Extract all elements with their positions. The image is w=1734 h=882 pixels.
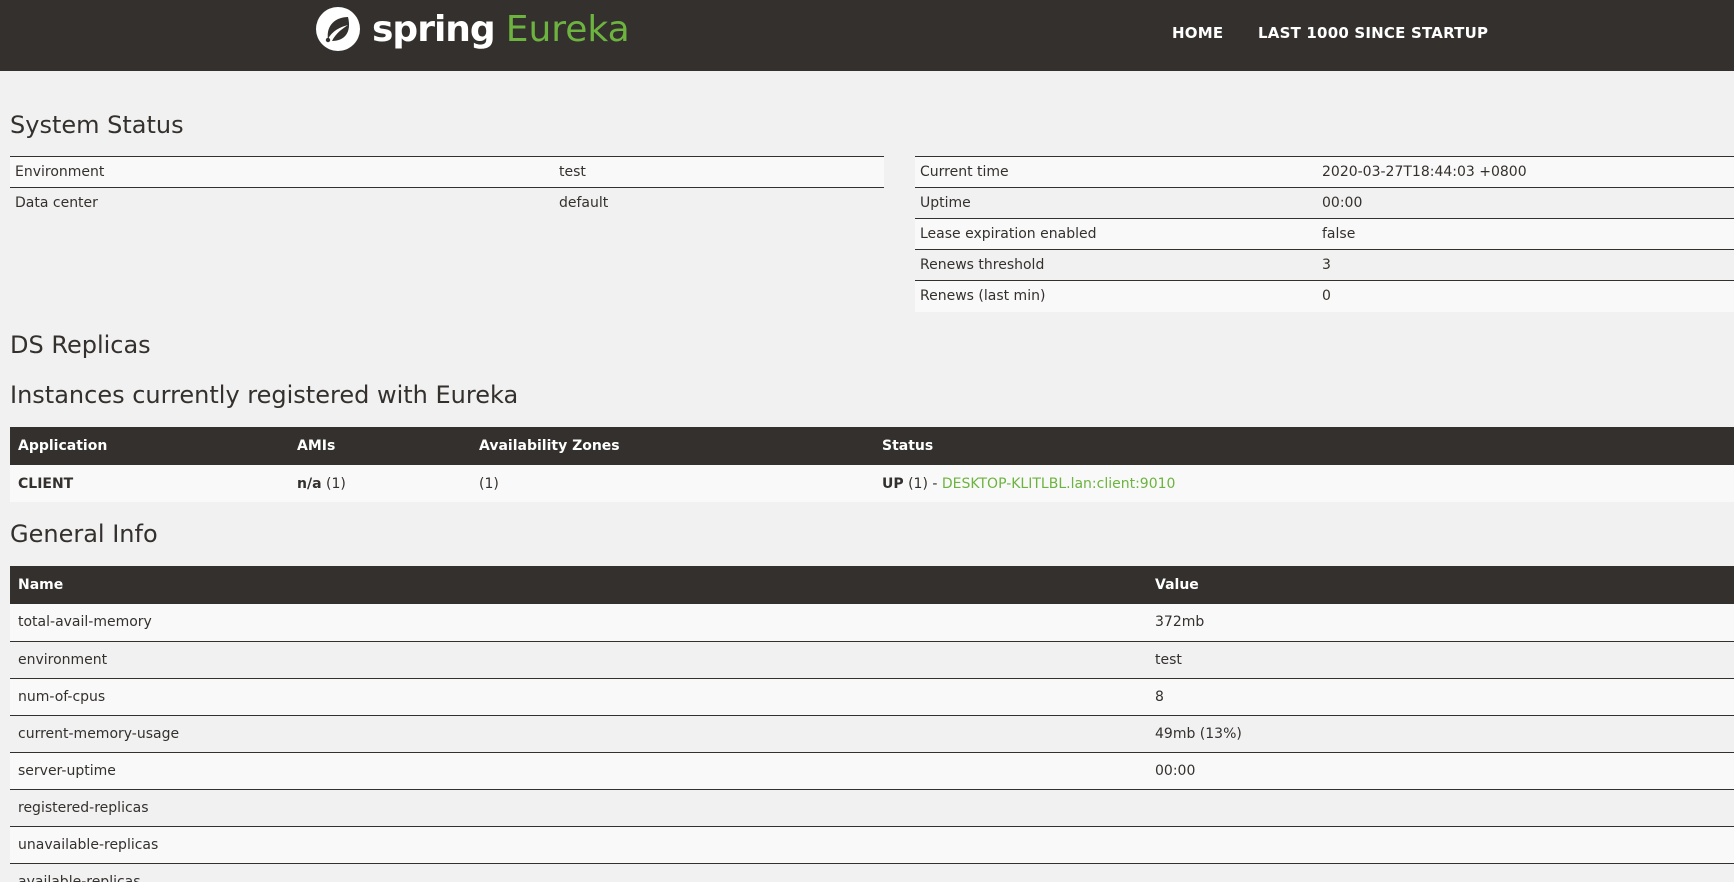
spring-leaf-icon [316, 7, 360, 51]
status-value: 2020-03-27T18:44:03 +0800 [1317, 156, 1734, 188]
nav-home-link[interactable]: HOME [1172, 24, 1223, 42]
info-value: 00:00 [1147, 752, 1734, 790]
amis-count: (1) [325, 475, 346, 492]
status-label: Renews (last min) [915, 280, 1317, 312]
info-value [1147, 863, 1734, 882]
info-value: 8 [1147, 678, 1734, 716]
table-row: CLIENT n/a (1) (1) UP (1) - DESKTOP-KLIT… [10, 465, 1734, 502]
cell-application: CLIENT [10, 465, 289, 502]
nav-last-1000-link[interactable]: LAST 1000 SINCE STARTUP [1258, 24, 1488, 42]
system-status-left-table: Environment test Data center default [10, 156, 884, 219]
status-row: Renews (last min) 0 [915, 280, 1734, 312]
status-value: 0 [1317, 280, 1734, 312]
table-header-row: Application AMIs Availability Zones Stat… [10, 427, 1734, 465]
info-value [1147, 789, 1734, 827]
status-row: Uptime 00:00 [915, 187, 1734, 219]
general-info-heading: General Info [10, 520, 158, 548]
status-label: Data center [10, 187, 554, 219]
status-value: 3 [1317, 249, 1734, 281]
cell-status: UP (1) - DESKTOP-KLITLBL.lan:client:9010 [874, 465, 1734, 502]
instances-heading: Instances currently registered with Eure… [10, 381, 519, 409]
status-label: Renews threshold [915, 249, 1317, 281]
info-value: 372mb [1147, 604, 1734, 642]
info-name: unavailable-replicas [10, 826, 1147, 864]
table-row: registered-replicas [10, 789, 1734, 827]
brand-spring-text: spring [372, 8, 496, 50]
info-name: available-replicas [10, 863, 1147, 882]
status-up: UP [882, 475, 904, 492]
info-value [1147, 826, 1734, 864]
system-status-heading: System Status [10, 111, 184, 139]
status-row: Renews threshold 3 [915, 249, 1734, 281]
cell-amis: n/a (1) [289, 465, 471, 502]
table-row: num-of-cpus 8 [10, 678, 1734, 716]
general-info-table: Name Value total-avail-memory 372mb envi… [10, 566, 1734, 882]
brand-eureka-text: Eureka [505, 8, 630, 50]
col-header-name: Name [10, 566, 1147, 604]
status-row: Environment test [10, 156, 884, 188]
amis-value: n/a [297, 475, 322, 492]
info-value: test [1147, 641, 1734, 679]
status-label: Lease expiration enabled [915, 218, 1317, 250]
info-value: 49mb (13%) [1147, 715, 1734, 753]
table-row: available-replicas [10, 863, 1734, 882]
status-row: Current time 2020-03-27T18:44:03 +0800 [915, 156, 1734, 188]
navbar: spring Eureka HOME LAST 1000 SINCE START… [0, 0, 1734, 71]
col-header-status: Status [874, 427, 1734, 465]
status-label: Uptime [915, 187, 1317, 219]
table-row: server-uptime 00:00 [10, 752, 1734, 790]
table-row: current-memory-usage 49mb (13%) [10, 715, 1734, 753]
status-value: false [1317, 218, 1734, 250]
table-row: unavailable-replicas [10, 826, 1734, 864]
application-name: CLIENT [18, 475, 74, 492]
info-name: registered-replicas [10, 789, 1147, 827]
col-header-zones: Availability Zones [471, 427, 874, 465]
instance-link[interactable]: DESKTOP-KLITLBL.lan:client:9010 [942, 476, 1176, 492]
table-row: total-avail-memory 372mb [10, 604, 1734, 642]
info-name: environment [10, 641, 1147, 679]
info-name: current-memory-usage [10, 715, 1147, 753]
ds-replicas-heading: DS Replicas [10, 331, 151, 359]
table-row: environment test [10, 641, 1734, 679]
info-name: num-of-cpus [10, 678, 1147, 716]
status-row: Data center default [10, 187, 884, 219]
col-header-application: Application [10, 427, 289, 465]
status-row: Lease expiration enabled false [915, 218, 1734, 250]
status-value: 00:00 [1317, 187, 1734, 219]
info-name: total-avail-memory [10, 604, 1147, 642]
cell-zones: (1) [471, 465, 874, 502]
status-label: Current time [915, 156, 1317, 188]
table-header-row: Name Value [10, 566, 1734, 604]
system-status-right-table: Current time 2020-03-27T18:44:03 +0800 U… [915, 156, 1734, 312]
status-value: default [554, 187, 884, 219]
instances-table: Application AMIs Availability Zones Stat… [10, 427, 1734, 502]
col-header-value: Value [1147, 566, 1734, 604]
status-value: test [554, 156, 884, 188]
status-label: Environment [10, 156, 554, 188]
brand-logo[interactable]: spring Eureka [314, 5, 630, 53]
col-header-amis: AMIs [289, 427, 471, 465]
status-count: (1) - [908, 475, 938, 492]
info-name: server-uptime [10, 752, 1147, 790]
